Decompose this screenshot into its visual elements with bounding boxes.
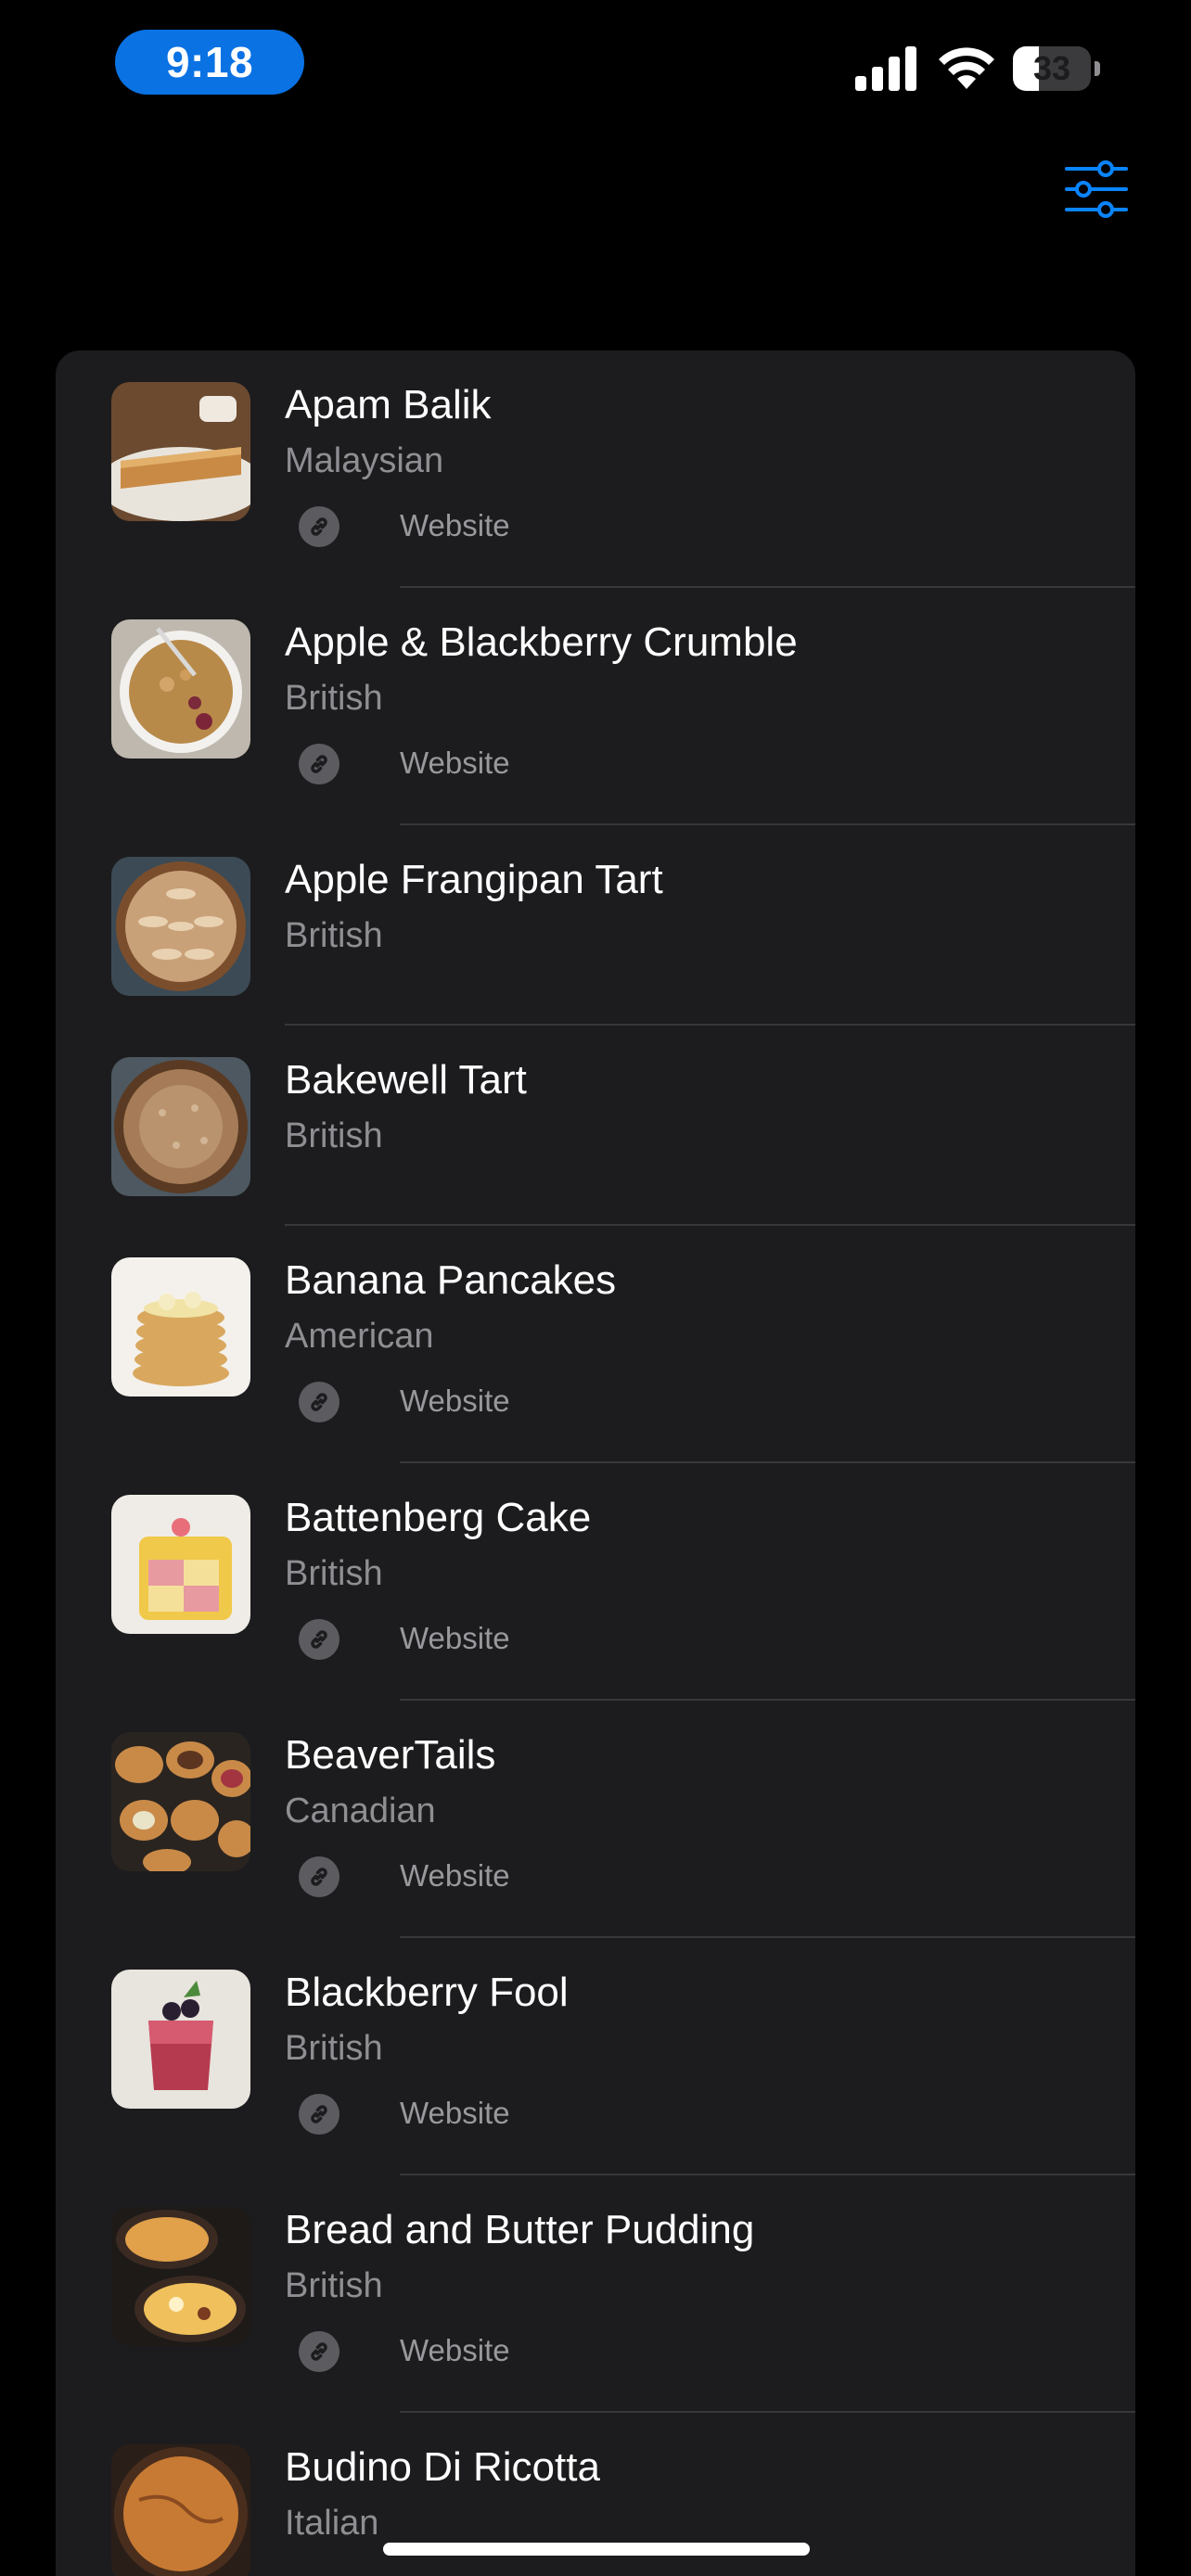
website-link[interactable]: Website bbox=[400, 746, 510, 781]
recipe-name: Banana Pancakes bbox=[285, 1257, 617, 1303]
website-link[interactable]: Website bbox=[400, 1858, 510, 1894]
website-link[interactable]: Website bbox=[400, 2096, 510, 2131]
recipe-thumbnail bbox=[111, 857, 250, 996]
recipe-cuisine: British bbox=[285, 679, 383, 718]
sliders-icon bbox=[1065, 160, 1128, 218]
recipe-row[interactable]: Bread and Butter Pudding British Website bbox=[56, 2175, 1135, 2413]
home-indicator bbox=[383, 2543, 810, 2556]
cellular-signal-icon bbox=[855, 46, 916, 91]
recipe-name: Apple & Blackberry Crumble bbox=[285, 619, 798, 665]
recipe-row[interactable]: Apple Frangipan Tart British bbox=[56, 825, 1135, 1026]
battery-cap bbox=[1095, 61, 1100, 76]
recipe-name: Bakewell Tart bbox=[285, 1057, 527, 1103]
website-link[interactable]: Website bbox=[400, 2333, 510, 2368]
website-link[interactable]: Website bbox=[400, 508, 510, 543]
recipe-name: Apple Frangipan Tart bbox=[285, 857, 663, 902]
recipe-name: Apam Balik bbox=[285, 382, 492, 427]
battery-indicator: 33 bbox=[1013, 46, 1102, 91]
battery-icon: 33 bbox=[1013, 46, 1091, 91]
recipe-thumbnail bbox=[111, 1732, 250, 1871]
recipe-name: Bread and Butter Pudding bbox=[285, 2207, 755, 2252]
recipe-row[interactable]: Bakewell Tart British bbox=[56, 1026, 1135, 1226]
link-icon[interactable] bbox=[299, 2094, 339, 2135]
recipe-cuisine: American bbox=[285, 1317, 434, 1356]
recipe-cuisine: British bbox=[285, 1554, 383, 1593]
recipe-name: Battenberg Cake bbox=[285, 1495, 592, 1540]
recipe-thumbnail bbox=[111, 1970, 250, 2109]
link-icon[interactable] bbox=[299, 1619, 339, 1660]
filter-button[interactable] bbox=[1063, 159, 1130, 219]
recipe-name: Budino Di Ricotta bbox=[285, 2444, 600, 2490]
recipe-cuisine: British bbox=[285, 2029, 383, 2068]
recipe-thumbnail bbox=[111, 2207, 250, 2346]
recipe-thumbnail bbox=[111, 2444, 250, 2576]
website-link[interactable]: Website bbox=[400, 1384, 510, 1419]
recipe-cuisine: Canadian bbox=[285, 1792, 436, 1830]
website-link[interactable]: Website bbox=[400, 1621, 510, 1656]
recipe-name: Blackberry Fool bbox=[285, 1970, 569, 2015]
recipe-row[interactable]: Apple & Blackberry Crumble British Website bbox=[56, 588, 1135, 825]
link-icon[interactable] bbox=[299, 744, 339, 784]
recipe-cuisine: Italian bbox=[285, 2504, 379, 2543]
recipe-row[interactable]: Battenberg Cake British Website bbox=[56, 1463, 1135, 1701]
recipe-thumbnail bbox=[111, 1257, 250, 1396]
recipe-cuisine: British bbox=[285, 916, 383, 955]
recipe-cuisine: British bbox=[285, 2266, 383, 2305]
recipe-thumbnail bbox=[111, 1057, 250, 1196]
recipe-thumbnail bbox=[111, 619, 250, 759]
recipe-thumbnail bbox=[111, 1495, 250, 1634]
recipe-thumbnail bbox=[111, 382, 250, 521]
recipe-cuisine: British bbox=[285, 1116, 383, 1155]
recipe-row[interactable]: BeaverTails Canadian Website bbox=[56, 1701, 1135, 1938]
recipe-list-screen: 9:18 33 Apam Balik Malaysian Website App… bbox=[0, 0, 1191, 2576]
status-time: 9:18 bbox=[115, 30, 304, 95]
link-icon[interactable] bbox=[299, 506, 339, 547]
link-icon[interactable] bbox=[299, 1856, 339, 1897]
recipe-row[interactable]: Blackberry Fool British Website bbox=[56, 1938, 1135, 2175]
wifi-icon bbox=[939, 47, 994, 89]
battery-percent: 33 bbox=[1032, 49, 1071, 87]
recipe-row[interactable]: Apam Balik Malaysian Website bbox=[56, 351, 1135, 588]
link-icon[interactable] bbox=[299, 1382, 339, 1422]
recipe-cuisine: Malaysian bbox=[285, 441, 444, 480]
link-icon[interactable] bbox=[299, 2331, 339, 2372]
recipe-row[interactable]: Banana Pancakes American Website bbox=[56, 1226, 1135, 1463]
recipe-name: BeaverTails bbox=[285, 1732, 496, 1778]
recipe-list: Apam Balik Malaysian Website Apple & Blackb… bbox=[56, 351, 1135, 2576]
